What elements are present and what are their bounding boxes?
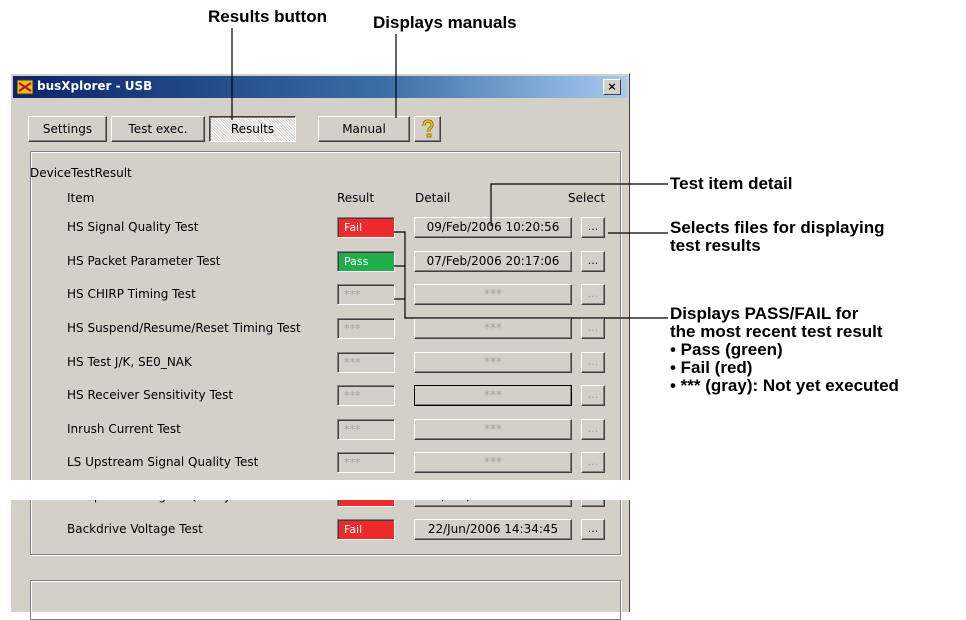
manuals-callout: Displays manuals xyxy=(373,13,517,32)
row-detail-button[interactable]: *** xyxy=(414,419,572,440)
title-bar: busXplorer - USB × xyxy=(13,76,627,98)
test-item-detail-callout: Test item detail xyxy=(670,174,793,193)
row-result-status: *** xyxy=(337,419,395,440)
row-item-label: HS CHIRP Timing Test xyxy=(67,287,196,301)
row-select-button[interactable]: ... xyxy=(581,519,605,540)
results-button-callout: Results button xyxy=(208,7,327,26)
row-select-button[interactable]: ... xyxy=(581,217,605,238)
app-logo-icon xyxy=(17,79,33,95)
row-result-status: *** xyxy=(337,284,395,305)
row-item-label: HS Packet Parameter Test xyxy=(67,254,221,268)
app-window: busXplorer - USB × Settings Test exec. R… xyxy=(10,73,630,620)
row-select-button[interactable]: ... xyxy=(581,284,605,305)
pass-fail-callout: Displays PASS/FAIL for the most recent t… xyxy=(670,304,899,395)
row-detail-button[interactable]: *** xyxy=(414,352,572,373)
row-result-status: *** xyxy=(337,318,395,339)
header-select: Select xyxy=(568,191,606,205)
close-button[interactable]: × xyxy=(603,79,621,95)
row-select-button[interactable]: ... xyxy=(581,318,605,339)
test-exec-button[interactable]: Test exec. xyxy=(111,116,205,142)
row-result-status: Pass xyxy=(337,251,395,272)
row-item-label: Inrush Current Test xyxy=(67,422,181,436)
row-detail-button[interactable]: 09/Feb/2006 10:20:56 xyxy=(414,217,572,238)
manual-button[interactable]: Manual xyxy=(318,116,410,142)
row-result-status: Fail xyxy=(337,217,395,238)
header-detail: Detail xyxy=(415,191,451,205)
row-detail-button[interactable]: 07/Feb/2006 20:17:06 xyxy=(414,251,572,272)
results-button[interactable]: Results xyxy=(209,116,296,142)
row-detail-button[interactable]: *** xyxy=(414,385,572,406)
row-select-button[interactable]: ... xyxy=(581,419,605,440)
header-result: Result xyxy=(337,191,375,205)
lower-group xyxy=(30,580,621,620)
settings-button[interactable]: Settings xyxy=(28,116,107,142)
row-detail-button[interactable]: 22/Jun/2006 14:34:45 xyxy=(414,519,572,540)
select-files-callout: Selects files for displaying test result… xyxy=(670,218,885,255)
window-title: busXplorer - USB xyxy=(37,79,153,93)
row-item-label: HS Receiver Sensitivity Test xyxy=(67,388,234,402)
help-button[interactable] xyxy=(414,116,441,142)
row-result-status: Fail xyxy=(337,519,395,540)
row-item-label: HS Test J/K, SE0_NAK xyxy=(67,355,192,369)
image-gap xyxy=(0,480,966,500)
row-detail-button[interactable]: *** xyxy=(414,318,572,339)
help-icon xyxy=(422,119,434,138)
row-result-status: *** xyxy=(337,452,395,473)
row-select-button[interactable]: ... xyxy=(581,352,605,373)
header-item: Item xyxy=(67,191,95,205)
row-item-label: Backdrive Voltage Test xyxy=(67,522,203,536)
row-item-label: LS Upstream Signal Quality Test xyxy=(67,455,259,469)
row-result-status: *** xyxy=(337,352,395,373)
row-item-label: HS Suspend/Resume/Reset Timing Test xyxy=(67,321,301,335)
row-result-status: *** xyxy=(337,385,395,406)
row-select-button[interactable]: ... xyxy=(581,251,605,272)
row-detail-button[interactable]: *** xyxy=(414,284,572,305)
row-select-button[interactable]: ... xyxy=(581,385,605,406)
row-select-button[interactable]: ... xyxy=(581,452,605,473)
group-title: DeviceTestResult xyxy=(30,166,132,180)
row-detail-button[interactable]: *** xyxy=(414,452,572,473)
row-item-label: HS Signal Quality Test xyxy=(67,220,199,234)
